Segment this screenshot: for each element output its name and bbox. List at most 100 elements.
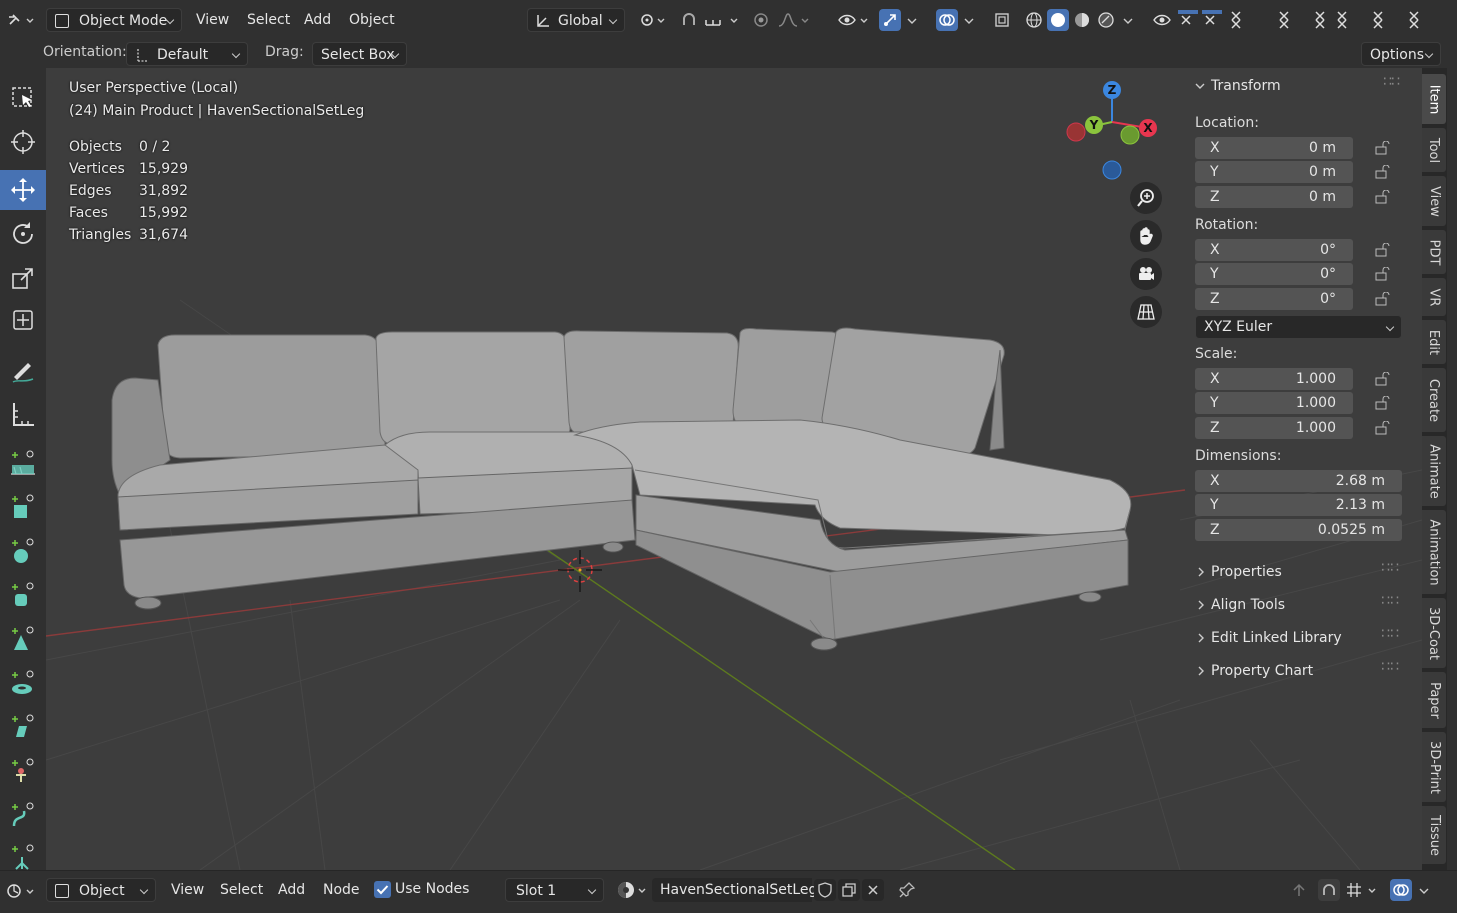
add-curve-tool[interactable] (0, 794, 46, 834)
tab-tissue[interactable]: Tissue (1422, 806, 1446, 864)
overlays-dropdown-icon[interactable] (961, 9, 977, 31)
parent-node-tree-icon[interactable] (1288, 879, 1310, 901)
tab-edit[interactable]: Edit (1422, 320, 1446, 364)
visibility-selectable-icon[interactable] (836, 9, 872, 31)
scale-tool[interactable] (0, 258, 46, 298)
cursor-tool[interactable] (0, 122, 46, 162)
bottom-menu-select[interactable]: Select (214, 878, 269, 902)
navigation-gizmo[interactable]: Z Y X (1062, 80, 1162, 180)
dimensions-y-field[interactable]: Y 2.13 m (1195, 494, 1402, 516)
scale-x-field[interactable]: X 1.000 (1195, 368, 1353, 390)
camera-view-button[interactable] (1130, 258, 1162, 290)
add-capsule-tool[interactable] (0, 706, 46, 746)
rendered-shading-icon[interactable] (1095, 9, 1117, 31)
xray-toggle-icon[interactable] (991, 9, 1013, 31)
bottom-menu-node[interactable]: Node (317, 878, 366, 902)
pivot-point-icon[interactable] (636, 9, 670, 31)
tab-vr[interactable]: VR (1422, 278, 1446, 316)
proportional-edit-icon[interactable] (750, 9, 772, 31)
drag-handle-icon[interactable]: ∷∷ (1381, 587, 1399, 615)
lock-icon[interactable] (1375, 190, 1391, 204)
rotation-z-field[interactable]: Z 0° (1195, 288, 1353, 310)
drag-handle-icon[interactable]: ∷∷ (1381, 620, 1399, 648)
transform-tool[interactable] (0, 300, 46, 340)
tab-3d-coat[interactable]: 3D-Coat (1422, 598, 1446, 668)
tab-view[interactable]: View (1422, 176, 1446, 226)
menu-add[interactable]: Add (298, 8, 337, 32)
gizmo-y-axis[interactable]: Y (1085, 116, 1103, 134)
scale-z-field[interactable]: Z 1.000 (1195, 417, 1353, 439)
add-torus-tool[interactable] (0, 662, 46, 702)
edit-linked-library-panel-header[interactable]: Edit Linked Library ∷∷ (1185, 624, 1411, 652)
add-cone-tool[interactable] (0, 618, 46, 658)
menu-view[interactable]: View (190, 8, 235, 32)
overlays-toggle-icon[interactable] (936, 9, 958, 31)
location-y-field[interactable]: Y 0 m (1195, 161, 1353, 183)
drag-dropdown[interactable]: Select Box (312, 42, 407, 66)
perspective-toggle-button[interactable] (1130, 296, 1162, 328)
fake-user-shield-icon[interactable] (814, 879, 836, 901)
add-sphere-tool[interactable] (0, 530, 46, 570)
options-dropdown[interactable]: Options (1361, 42, 1441, 66)
lock-icon[interactable] (1375, 292, 1391, 306)
transform-orientation-dropdown[interactable]: Global (527, 8, 625, 32)
gizmo-x-axis[interactable]: X (1139, 119, 1157, 137)
add-cylinder-tool[interactable] (0, 574, 46, 614)
gizmo-dropdown-icon[interactable] (904, 9, 920, 31)
eye-icon[interactable] (1151, 9, 1173, 31)
use-nodes-checkbox[interactable] (374, 881, 391, 898)
material-name-field[interactable]: HavenSectionalSetLeg (652, 878, 817, 902)
transform-panel-header[interactable]: Transform ∷∷ (1185, 72, 1411, 100)
tab-paper[interactable]: Paper (1422, 672, 1446, 728)
scale-y-field[interactable]: Y 1.000 (1195, 392, 1353, 414)
properties-panel-header[interactable]: Properties ∷∷ (1185, 558, 1411, 586)
property-chart-panel-header[interactable]: Property Chart ∷∷ (1185, 657, 1411, 685)
tab-create[interactable]: Create (1422, 368, 1446, 432)
editor-type-icon[interactable] (6, 9, 36, 31)
select-box-tool[interactable] (0, 78, 46, 118)
add-cube-tool[interactable] (0, 486, 46, 526)
pan-button[interactable] (1130, 220, 1162, 252)
menu-select[interactable]: Select (241, 8, 296, 32)
node-snap-target-icon[interactable] (1344, 879, 1382, 901)
node-overlays-icon[interactable] (1390, 879, 1412, 901)
snap-toggle-icon[interactable] (678, 9, 700, 31)
bottom-menu-view[interactable]: View (165, 878, 210, 902)
lock-icon[interactable] (1375, 372, 1391, 386)
material-preview-icon[interactable] (1071, 9, 1093, 31)
move-tool[interactable] (0, 170, 46, 210)
menu-object[interactable]: Object (343, 8, 401, 32)
align-tools-panel-header[interactable]: Align Tools ∷∷ (1185, 591, 1411, 619)
lock-icon[interactable] (1375, 141, 1391, 155)
tab-animate[interactable]: Animate (1422, 436, 1446, 506)
tab-pdt[interactable]: PDT (1422, 230, 1446, 274)
measure-tool[interactable] (0, 394, 46, 434)
orientation-dropdown[interactable]: Default (126, 42, 248, 66)
node-snap-icon[interactable] (1318, 879, 1340, 901)
lock-icon[interactable] (1375, 267, 1391, 281)
tab-3d-print[interactable]: 3D-Print (1422, 732, 1446, 802)
gizmo-z-axis[interactable]: Z (1103, 81, 1121, 99)
tab-animation[interactable]: Animation (1422, 510, 1446, 594)
drag-handle-icon[interactable]: ∷∷ (1381, 554, 1399, 582)
node-overlays-dropdown-icon[interactable] (1416, 879, 1432, 901)
bottom-menu-add[interactable]: Add (272, 878, 311, 902)
dimensions-x-field[interactable]: X 2.68 m (1195, 470, 1402, 492)
lock-icon[interactable] (1375, 165, 1391, 179)
lock-icon[interactable] (1375, 396, 1391, 410)
drag-handle-icon[interactable]: ∷∷ (1383, 68, 1400, 96)
falloff-icon[interactable] (776, 9, 812, 31)
annotate-tool[interactable] (0, 350, 46, 390)
add-plane-tool[interactable] (0, 442, 46, 482)
rotation-y-field[interactable]: Y 0° (1195, 263, 1353, 285)
rotate-tool[interactable] (0, 214, 46, 254)
shading-dropdown-icon[interactable] (1120, 9, 1136, 31)
add-bone-tool[interactable] (0, 750, 46, 790)
solid-shading-icon[interactable] (1047, 9, 1069, 31)
location-x-field[interactable]: X 0 m (1195, 137, 1353, 159)
shader-type-dropdown[interactable]: Object (46, 878, 156, 902)
lock-icon[interactable] (1375, 243, 1391, 257)
material-slot-dropdown[interactable]: Slot 1 (505, 878, 604, 902)
mode-dropdown[interactable]: Object Mode (46, 8, 182, 32)
rotation-x-field[interactable]: X 0° (1195, 239, 1353, 261)
